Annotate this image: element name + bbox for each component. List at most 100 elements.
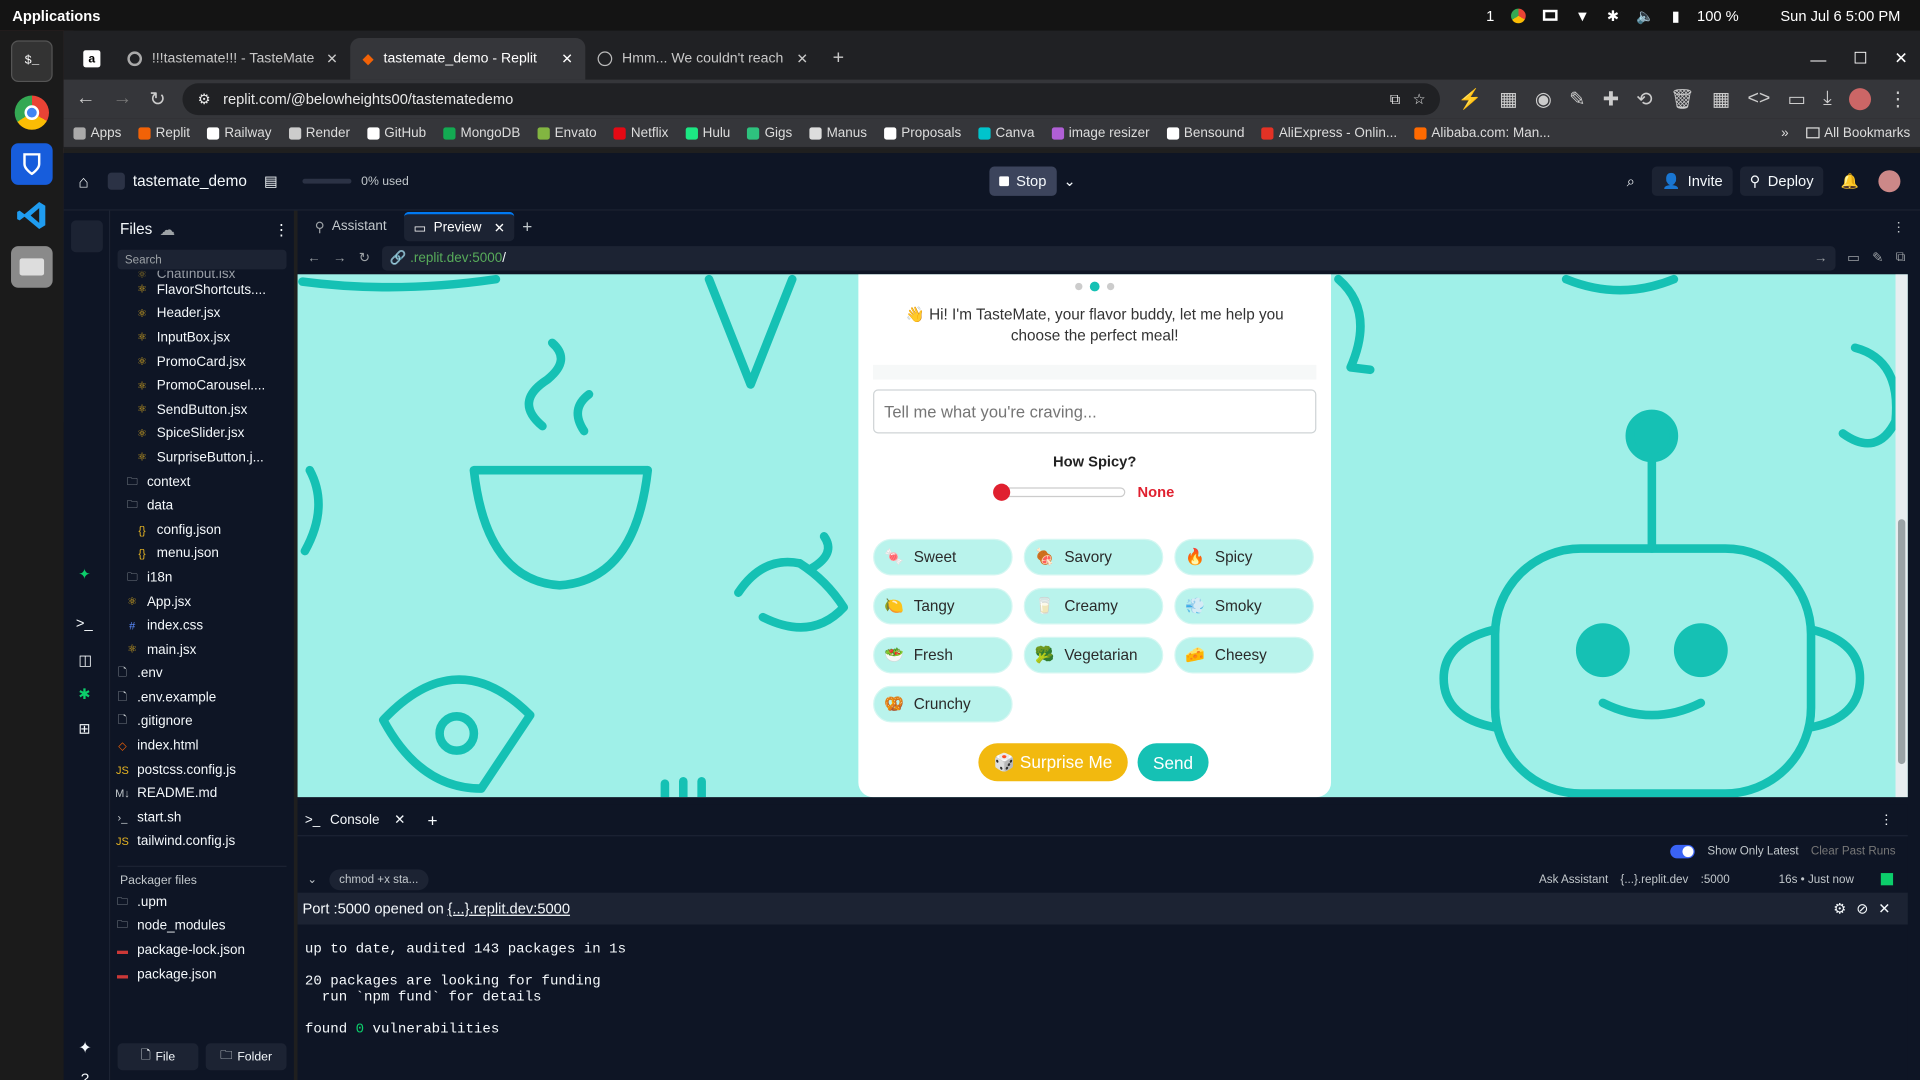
file-item[interactable]: {} config.json: [110, 518, 294, 542]
close-tab-icon[interactable]: ✕: [326, 50, 338, 68]
file-item[interactable]: {} menu.json: [110, 542, 294, 566]
file-item[interactable]: 🗋 .env.example: [110, 686, 294, 710]
workspace-indicator[interactable]: 1: [1486, 7, 1494, 24]
console-tab[interactable]: Console: [330, 812, 379, 827]
close-tab-icon[interactable]: ✕: [394, 812, 405, 828]
help-icon[interactable]: ?: [81, 1070, 89, 1080]
file-item[interactable]: 🗀 i18n: [110, 566, 294, 590]
settings-icon[interactable]: ⚙: [1833, 900, 1846, 917]
bookmark-bensound[interactable]: Bensound: [1166, 126, 1245, 140]
minimize-icon[interactable]: —: [1810, 50, 1826, 68]
search-icon[interactable]: ⌕: [1627, 172, 1635, 190]
grid-icon[interactable]: ▦: [1712, 87, 1731, 111]
chevron-down-icon[interactable]: ⌄: [307, 872, 317, 885]
home-icon[interactable]: ⌂: [78, 171, 88, 191]
file-item[interactable]: 🗀 data: [110, 494, 294, 518]
wifi-icon[interactable]: ▼: [1575, 7, 1590, 24]
project-name[interactable]: tastemate_demo: [133, 173, 247, 190]
flavor-chip-tangy[interactable]: 🍋 Tangy: [873, 587, 1013, 625]
file-item[interactable]: M↓ README.md: [110, 782, 294, 806]
flavor-chip-sweet[interactable]: 🍬 Sweet: [873, 538, 1013, 576]
bookmark-proposals[interactable]: Proposals: [884, 126, 961, 140]
bookmark-canva[interactable]: Canva: [978, 126, 1034, 140]
bookmark-hulu[interactable]: Hulu: [685, 126, 730, 140]
reload-icon[interactable]: ↻: [149, 87, 165, 111]
maximize-icon[interactable]: ☐: [1853, 49, 1867, 69]
bookmark-apps[interactable]: Apps: [73, 126, 121, 140]
user-avatar[interactable]: [1878, 170, 1901, 193]
console-domain[interactable]: {...}.replit.dev: [1620, 872, 1688, 885]
file-item[interactable]: ⚛ PromoCard.jsx: [110, 350, 294, 374]
files-menu-icon[interactable]: ⋮: [274, 220, 289, 238]
shell-icon[interactable]: >_: [76, 615, 93, 632]
preview-back-icon[interactable]: ←: [307, 250, 320, 265]
stop-button[interactable]: Stop: [989, 166, 1057, 196]
new-folder-button[interactable]: 🗀 Folder: [205, 1043, 287, 1071]
sparkle-icon[interactable]: ✦: [78, 1038, 91, 1058]
new-tab-button[interactable]: +: [820, 38, 857, 80]
agent-icon[interactable]: ✦: [78, 566, 90, 583]
flavor-chip-vegetarian[interactable]: 🥦 Vegetarian: [1023, 636, 1164, 674]
preview-scrollbar[interactable]: [1895, 274, 1908, 798]
open-new-tab-icon[interactable]: ⧉: [1896, 250, 1906, 266]
camera-icon[interactable]: ◉: [1535, 87, 1552, 111]
devtools-icon[interactable]: ✎: [1872, 250, 1883, 266]
file-item[interactable]: ›_ start.sh: [110, 806, 294, 830]
screen-icon[interactable]: ▭: [1788, 87, 1807, 111]
install-icon[interactable]: ⧉: [1390, 90, 1401, 108]
site-settings-icon[interactable]: ⚙: [198, 91, 211, 108]
bookmark-manus[interactable]: Manus: [809, 126, 867, 140]
slider-thumb[interactable]: [993, 483, 1011, 501]
file-item[interactable]: JS postcss.config.js: [110, 758, 294, 782]
files-tool-icon[interactable]: [70, 220, 103, 253]
file-item[interactable]: ⚛ InputBox.jsx: [110, 326, 294, 350]
console-port[interactable]: :5000: [1701, 872, 1730, 885]
file-item[interactable]: # index.css: [110, 614, 294, 638]
close-banner-icon[interactable]: ✕: [1878, 900, 1890, 917]
battery-icon[interactable]: ▮: [1672, 7, 1680, 24]
bookmark-mongodb[interactable]: MongoDB: [443, 126, 520, 140]
scrollbar-thumb[interactable]: [1897, 519, 1906, 765]
flavor-chip-creamy[interactable]: 🥛 Creamy: [1023, 587, 1164, 625]
bluetooth-icon[interactable]: ✱: [1607, 7, 1619, 24]
packager-file-item[interactable]: ▬ package-lock.json: [110, 938, 294, 962]
file-item[interactable]: ⚛ SpiceSlider.jsx: [110, 422, 294, 446]
bookmark-railway[interactable]: Railway: [207, 126, 271, 140]
bookmark-image-resizer[interactable]: image resizer: [1051, 126, 1150, 140]
menu-icon[interactable]: ⋮: [1888, 87, 1908, 111]
profile-avatar[interactable]: [1848, 88, 1872, 111]
file-item[interactable]: ⚛ ChatInput.jsx: [110, 271, 294, 278]
bookmark-alibaba-com-man[interactable]: Alibaba.com: Man...: [1414, 126, 1550, 140]
terminal-icon[interactable]: $_: [11, 40, 53, 83]
invite-button[interactable]: 👤 Invite: [1652, 166, 1733, 196]
bookmark-aliexpress-onlin[interactable]: AliExpress - Onlin...: [1261, 126, 1397, 140]
bookmark-envato[interactable]: Envato: [537, 126, 597, 140]
chevron-down-icon[interactable]: ⌄: [1064, 173, 1076, 190]
run-command[interactable]: chmod +x sta...: [329, 868, 429, 890]
file-item[interactable]: ⚛ SendButton.jsx: [110, 398, 294, 422]
all-tools-icon[interactable]: ⊞: [78, 720, 90, 737]
more-bookmarks-icon[interactable]: »: [1781, 126, 1789, 141]
back-icon[interactable]: ←: [76, 88, 96, 110]
address-bar[interactable]: ⚙ replit.com/@belowheights00/tastematedem…: [182, 83, 1441, 116]
ask-assistant-button[interactable]: Ask Assistant: [1539, 872, 1608, 885]
tab-error[interactable]: Hmm... We couldn't reach th ✕: [585, 38, 820, 80]
carousel-dot[interactable]: [1089, 281, 1100, 292]
applications-menu[interactable]: Applications: [12, 7, 100, 24]
send-button[interactable]: Send: [1137, 743, 1209, 782]
file-item[interactable]: ◇ index.html: [110, 734, 294, 758]
show-latest-toggle[interactable]: [1670, 844, 1696, 858]
tab-tastemate[interactable]: !!!tastemate!!! - TasteMate Fr ✕: [115, 38, 350, 80]
bell-icon[interactable]: 🔔: [1840, 173, 1858, 190]
tab-replit[interactable]: ◆ tastemate_demo - Replit ✕: [350, 37, 586, 80]
bitwarden-icon[interactable]: [11, 143, 53, 185]
database-icon[interactable]: ◫: [78, 651, 92, 668]
tab-preview[interactable]: ▭ Preview ✕: [403, 211, 515, 242]
file-item[interactable]: ⚛ FlavorShortcuts....: [110, 278, 294, 302]
tab-amazon[interactable]: a: [73, 38, 115, 80]
file-item[interactable]: ⚛ App.jsx: [110, 590, 294, 614]
clear-runs-button[interactable]: Clear Past Runs: [1811, 844, 1896, 857]
file-item[interactable]: ⚛ main.jsx: [110, 638, 294, 662]
packager-file-item[interactable]: ▬ package.json: [110, 962, 294, 986]
chrome-icon[interactable]: [11, 92, 53, 134]
